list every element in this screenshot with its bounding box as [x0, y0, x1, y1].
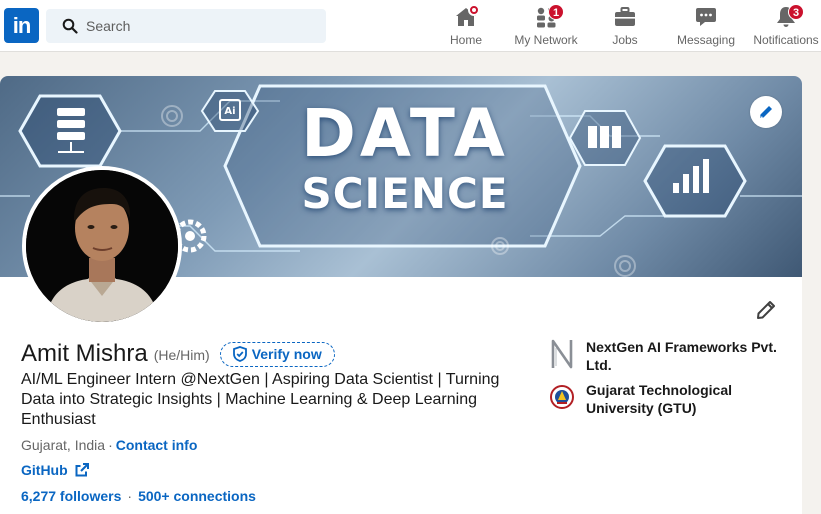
search-box[interactable]: [46, 9, 326, 43]
github-link[interactable]: GitHub: [21, 462, 89, 478]
edit-intro-button[interactable]: [752, 296, 780, 324]
profile-pronouns: (He/Him): [153, 347, 210, 363]
nav-notifications[interactable]: 3 Notifications: [750, 4, 821, 50]
nav-messaging-label: Messaging: [676, 33, 736, 47]
nav-jobs[interactable]: Jobs: [603, 4, 647, 50]
nav-messaging[interactable]: Messaging: [674, 4, 738, 50]
education-school[interactable]: Gujarat Technological University (GTU): [550, 381, 780, 417]
nav-jobs-label: Jobs: [612, 33, 638, 47]
banner-title-line1: DATA: [301, 95, 509, 172]
nav-notifications-label: Notifications: [753, 33, 819, 47]
school-name: Gujarat Technological University (GTU): [586, 382, 732, 416]
search-input[interactable]: [86, 9, 316, 43]
pencil-icon: [760, 106, 772, 118]
verify-now-label: Verify now: [251, 346, 322, 362]
top-navigation: in Home 1 My Ne: [0, 0, 821, 52]
location-row: Gujarat, India · Contact info: [21, 437, 198, 453]
company-logo-icon: [551, 339, 573, 369]
profile-photo: [26, 170, 178, 322]
contact-info-link[interactable]: Contact info: [116, 437, 198, 453]
school-logo-icon: [550, 385, 574, 409]
verify-now-button[interactable]: Verify now: [219, 341, 335, 367]
followers-link[interactable]: 6,277 followers: [21, 488, 121, 504]
profile-location: Gujarat, India: [21, 437, 106, 453]
banner-title-line2: SCIENCE: [301, 169, 509, 218]
network-badge: 1: [548, 4, 564, 20]
linkedin-logo[interactable]: in: [4, 8, 39, 43]
home-notification-dot: [468, 4, 480, 16]
github-link-label: GitHub: [21, 462, 68, 478]
name-row: Amit Mishra (He/Him) Verify now: [21, 340, 335, 368]
edit-banner-button[interactable]: [750, 96, 782, 128]
search-icon: [62, 18, 78, 34]
pencil-icon: [757, 301, 775, 319]
profile-avatar[interactable]: [22, 166, 182, 326]
connections-link[interactable]: 500+ connections: [138, 488, 256, 504]
current-company[interactable]: NextGen AI Frameworks Pvt. Ltd.: [550, 338, 780, 374]
banner-title: DATA SCIENCE: [280, 98, 530, 218]
nav-home[interactable]: Home: [444, 4, 488, 50]
nav-home-label: Home: [449, 33, 482, 47]
shield-check-icon: [232, 346, 247, 362]
svg-text:Ai: Ai: [224, 106, 235, 117]
nav-my-network[interactable]: 1 My Network: [508, 4, 584, 50]
notifications-badge: 3: [788, 4, 804, 20]
profile-headline: AI/ML Engineer Intern @NextGen | Aspirin…: [21, 371, 500, 428]
external-link-icon: [75, 463, 89, 477]
briefcase-icon: [615, 7, 635, 26]
profile-name: Amit Mishra: [21, 340, 148, 367]
network-stats: 6,277 followers · 500+ connections: [21, 488, 256, 504]
company-name: NextGen AI Frameworks Pvt. Ltd.: [586, 339, 777, 373]
profile-card: Ai DATA SCIENCE Amit Mishra (He/Him) Ver…: [0, 76, 802, 514]
nav-my-network-label: My Network: [514, 33, 578, 47]
message-icon: [696, 8, 716, 26]
